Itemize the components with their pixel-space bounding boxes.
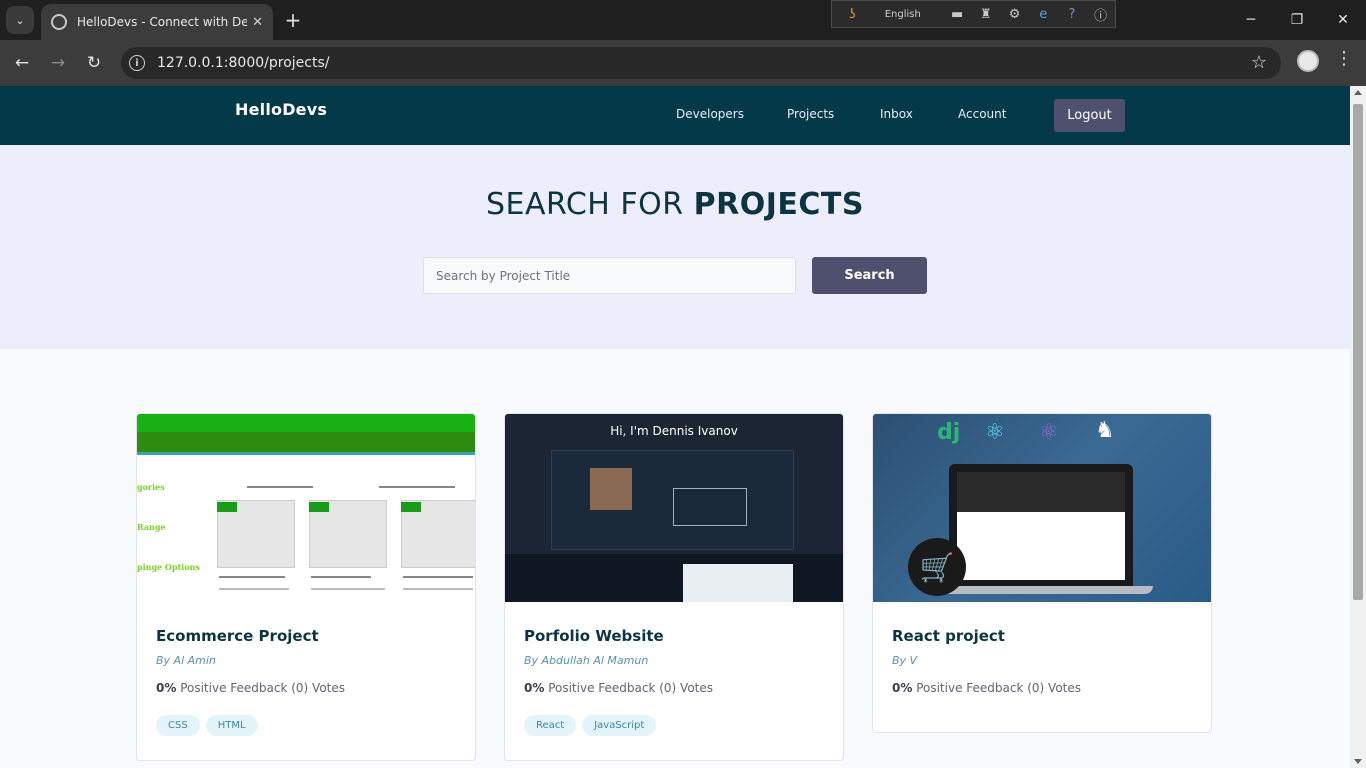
scroll-up-icon[interactable] [1354, 90, 1362, 95]
feedback-percent: 0% [156, 681, 177, 695]
project-card[interactable]: dj ⚛ ⚛ ♞ 🛒 React project By V 0% Positiv… [872, 413, 1212, 733]
scroll-down-icon[interactable] [1354, 759, 1362, 764]
project-thumbnail[interactable]: Hi, I'm Dennis Ivanov [505, 414, 843, 602]
tag[interactable]: CSS [156, 715, 200, 736]
browser-tab[interactable]: HelloDevs - Connect with Devel ✕ [41, 4, 273, 40]
nav-developers[interactable]: Developers [676, 107, 744, 121]
project-author[interactable]: By Abdullah Al Mamun [524, 654, 648, 667]
extension-language[interactable]: English [885, 9, 921, 20]
project-author[interactable]: By Al Amin [156, 654, 216, 667]
plus-icon[interactable]: + [283, 8, 303, 32]
search-hero: SEARCH FOR PROJECTS Search [0, 145, 1350, 349]
project-thumbnail[interactable]: gories Range pinge Options [137, 414, 475, 602]
cart-icon: 🛒 [908, 538, 966, 596]
forward-icon[interactable]: → [46, 51, 70, 75]
tag[interactable]: HTML [205, 715, 258, 736]
project-title[interactable]: Porfolio Website [524, 627, 664, 645]
scroll-thumb[interactable] [1353, 104, 1363, 600]
menu-icon[interactable]: ⋮ [1334, 48, 1354, 69]
gear-icon[interactable]: ⚙ [1000, 7, 1029, 22]
ie-icon[interactable]: e [1029, 7, 1058, 22]
close-icon[interactable]: ✕ [252, 15, 263, 30]
chess-icon[interactable]: ♜ [972, 7, 1001, 22]
postgres-icon: ♞ [1095, 418, 1115, 443]
site-logo[interactable]: HelloDevs [235, 100, 327, 119]
star-icon[interactable]: ☆ [1251, 52, 1267, 73]
search-input[interactable] [423, 257, 796, 294]
page-viewport: HelloDevs Developers Projects Inbox Acco… [0, 86, 1350, 768]
info-icon[interactable]: i [129, 55, 145, 71]
nav-inbox[interactable]: Inbox [880, 107, 913, 121]
tag[interactable]: JavaScript [582, 715, 657, 736]
page-scrollbar[interactable] [1350, 86, 1366, 768]
help-icon[interactable]: ? [1058, 7, 1087, 22]
project-feedback: 0% Positive Feedback (0) Votes [156, 681, 345, 695]
tab-list-icon[interactable]: ⌄ [6, 6, 34, 34]
project-card[interactable]: gories Range pinge Options Ecommerce Pro… [136, 413, 476, 761]
feedback-percent: 0% [524, 681, 545, 695]
feedback-percent: 0% [892, 681, 913, 695]
django-logo: dj [937, 420, 961, 445]
nav-account[interactable]: Account [958, 107, 1006, 121]
window-close-icon[interactable]: ✕ [1320, 0, 1366, 40]
project-card[interactable]: Hi, I'm Dennis Ivanov Porfolio Website B… [504, 413, 844, 761]
title-bold: PROJECTS [693, 187, 864, 222]
extension-logo-icon[interactable]: ʖ [838, 7, 867, 22]
tag[interactable]: React [524, 715, 577, 736]
react-icon: ⚛ [985, 420, 1005, 445]
project-feedback: 0% Positive Feedback (0) Votes [524, 681, 713, 695]
project-title[interactable]: React project [892, 627, 1005, 645]
nav-projects[interactable]: Projects [787, 107, 834, 121]
tab-title: HelloDevs - Connect with Devel [77, 15, 247, 29]
url-text[interactable]: 127.0.0.1:8000/projects/ [157, 55, 329, 71]
redux-icon: ⚛ [1039, 420, 1059, 445]
project-title[interactable]: Ecommerce Project [156, 627, 319, 645]
site-header: HelloDevs Developers Projects Inbox Acco… [0, 86, 1350, 145]
page-title: SEARCH FOR PROJECTS [0, 187, 1350, 222]
search-button[interactable]: Search [812, 257, 927, 294]
project-author[interactable]: By V [892, 654, 917, 667]
feedback-text: Positive Feedback (0) Votes [176, 681, 345, 695]
about-icon[interactable]: ⓘ [1086, 5, 1115, 24]
minimize-icon[interactable]: ─ [1228, 0, 1274, 40]
extension-toolbar: ʖ English ▬ ♜ ⚙ e ? ⓘ [831, 0, 1116, 28]
tag-list: React JavaScript [524, 715, 657, 736]
back-icon[interactable]: ← [10, 51, 34, 75]
reload-icon[interactable]: ↻ [82, 51, 106, 75]
globe-icon [51, 14, 67, 30]
maximize-icon[interactable]: ❐ [1274, 0, 1320, 40]
profile-icon[interactable] [1297, 50, 1319, 72]
feedback-text: Positive Feedback (0) Votes [912, 681, 1081, 695]
address-bar: ← → ↻ i 127.0.0.1:8000/projects/ ☆ [0, 40, 1366, 86]
browser-tab-bar: ⌄ HelloDevs - Connect with Devel ✕ + ʖ E… [0, 0, 1366, 40]
url-field[interactable]: i 127.0.0.1:8000/projects/ ☆ [121, 47, 1281, 79]
logout-button[interactable]: Logout [1054, 99, 1125, 132]
feedback-text: Positive Feedback (0) Votes [544, 681, 713, 695]
project-feedback: 0% Positive Feedback (0) Votes [892, 681, 1081, 695]
project-thumbnail[interactable]: dj ⚛ ⚛ ♞ 🛒 [873, 414, 1211, 602]
thumbnail-heading: Hi, I'm Dennis Ivanov [610, 424, 738, 438]
title-prefix: SEARCH FOR [485, 187, 694, 222]
hat-icon[interactable]: ▬ [943, 7, 972, 22]
tag-list: CSS HTML [156, 715, 258, 736]
